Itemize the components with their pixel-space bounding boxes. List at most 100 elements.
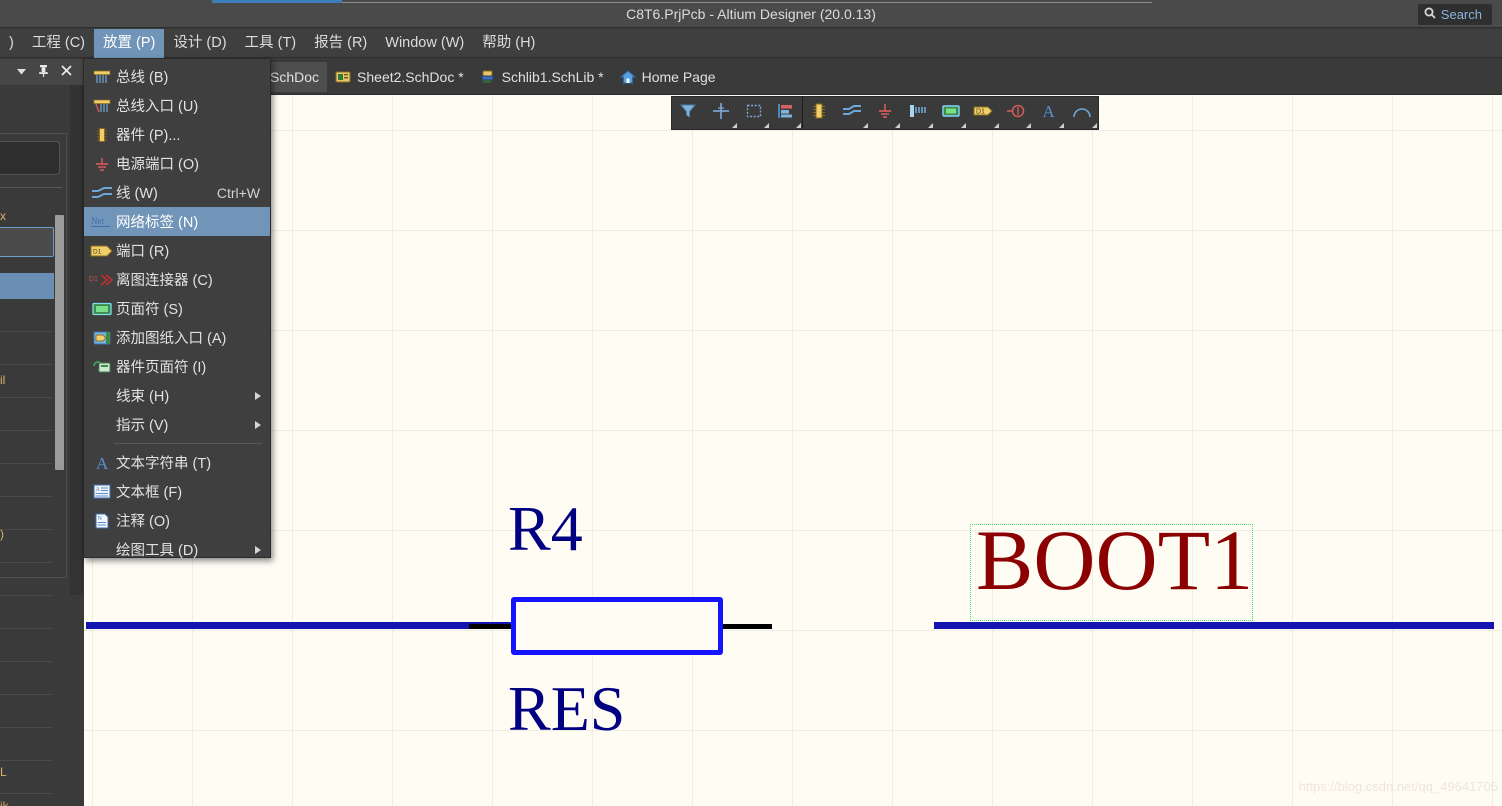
dropdown-caret[interactable] [796,123,802,128]
text-string-icon-button[interactable]: A [1032,97,1065,129]
chevron-down-icon[interactable] [17,66,26,78]
place-menu-item-off-sheet-connector[interactable]: D1 离图连接器 (C) [84,265,270,294]
menu-item-place[interactable]: 放置 (P) [94,28,165,58]
menu-item-project[interactable]: 工程 (C) [23,29,94,58]
sheet-symbol-icon-button[interactable] [934,97,967,129]
power-port-icon [876,102,894,125]
filter-icon-button[interactable] [672,97,705,129]
wire-icon-button[interactable] [836,97,869,129]
note-icon: N [88,510,116,532]
list-item[interactable] [0,761,52,794]
place-menu-item-device-sheet-symbol[interactable]: 器件页面符 (I) [84,352,270,381]
no-erc-icon-button[interactable] [1000,97,1033,129]
list-item[interactable] [0,398,52,431]
dropdown-caret[interactable] [1091,123,1097,128]
dropdown-caret[interactable] [731,123,737,128]
place-menu-item-bus[interactable]: 总线 (B) [84,62,270,91]
dropdown-caret[interactable] [1059,123,1065,128]
resistor-pin-right[interactable] [722,624,772,629]
list-item[interactable] [0,662,52,695]
place-menu-label: 电源端口 (O) [116,157,199,173]
component-icon-button[interactable] [803,97,836,129]
align-icon-button[interactable] [770,97,804,129]
panel-dropdown[interactable] [0,141,60,175]
list-item[interactable] [0,596,52,629]
component-designator[interactable]: R4 [508,497,583,561]
menu-item-help[interactable]: 帮助 (H) [473,29,544,58]
list-item[interactable] [0,464,52,497]
dropdown-caret[interactable] [895,123,901,128]
svg-text:Net: Net [91,216,104,226]
net-label-icon-button[interactable] [901,97,934,129]
power-port-icon-button[interactable] [869,97,902,129]
svg-text:D1: D1 [93,248,102,255]
svg-text:A: A [96,454,109,472]
svg-text:A: A [1042,102,1055,120]
tab-schlib1-schlib[interactable]: Schlib1.SchLib * [472,62,612,92]
list-item[interactable] [0,497,52,530]
list-item[interactable] [0,728,52,761]
select-area-icon-button[interactable] [738,97,771,129]
place-menu-item-bus-entry[interactable]: 总线入口 (U) [84,91,270,120]
menu-item-design[interactable]: 设计 (D) [164,29,235,58]
place-menu-item-note[interactable]: N 注释 (O) [84,506,270,535]
dropdown-caret[interactable] [764,123,770,128]
place-menu-item-harness[interactable]: 线束 (H) [84,381,270,410]
menu-item-window[interactable]: Window (W) [376,29,473,58]
place-menu-item-text-frame[interactable]: A 文本框 (F) [84,477,270,506]
crosshair-icon-button[interactable] [705,97,738,129]
place-menu-item-power-port[interactable]: 电源端口 (O) [84,149,270,178]
resistor-pin-left[interactable] [469,624,516,629]
search-button[interactable]: Search [1417,4,1492,25]
menu-item-0[interactable]: ) [0,29,23,58]
list-item[interactable] [0,332,52,365]
panel-focused-field[interactable] [0,227,54,257]
place-menu-item-sheet-symbol[interactable]: 页面符 (S) [84,294,270,323]
list-item[interactable] [0,563,52,596]
list-item[interactable] [0,629,52,662]
window-title: C8T6.PrjPcb - Altium Designer (20.0.13) [626,6,876,22]
list-item[interactable] [0,530,52,563]
panel-scrollbar-thumb[interactable] [55,215,64,470]
dropdown-caret[interactable] [928,123,934,128]
wire-icon [88,182,116,204]
place-menu-item-wire[interactable]: 线 (W) Ctrl+W [84,178,270,207]
place-menu-item-port[interactable]: D1 端口 (R) [84,236,270,265]
place-menu-item-drawing-tools[interactable]: 绘图工具 (D) [84,535,270,564]
tab-home-page[interactable]: Home Page [612,62,724,92]
place-menu-item-add-sheet-entry[interactable]: 添加图纸入口 (A) [84,323,270,352]
text-string-icon: A [88,452,116,474]
panel-selected-row[interactable] [0,273,54,299]
schematic-canvas[interactable]: R4 RES BOOT1 https://blog.csdn.net/qq_49… [84,95,1502,806]
schlib-icon [480,69,496,85]
tab-sheet1-schdoc[interactable]: SchDoc [262,61,328,92]
text-frame-icon: A [88,481,116,503]
menu-item-reports[interactable]: 报告 (R) [305,29,376,58]
place-menu-item-part[interactable]: 器件 (P)... [84,120,270,149]
list-item[interactable] [0,695,52,728]
list-item[interactable] [0,299,52,332]
place-menu-item-net-label[interactable]: Net 网络标签 (N) [84,207,270,236]
close-icon[interactable] [61,65,72,79]
place-menu-item-text-string[interactable]: A 文本字符串 (T) [84,448,270,477]
pin-icon[interactable] [38,64,49,80]
place-menu-item-directives[interactable]: 指示 (V) [84,410,270,439]
port-icon: D1 [972,102,994,125]
dropdown-caret[interactable] [960,123,966,128]
port-icon-button[interactable]: D1 [967,97,1000,129]
wire-segment-left[interactable] [86,622,514,629]
dropdown-caret[interactable] [1026,123,1032,128]
component-comment[interactable]: RES [508,677,625,741]
menu-item-tools[interactable]: 工具 (T) [236,29,306,58]
dropdown-caret[interactable] [993,123,999,128]
resistor-body[interactable] [511,597,723,655]
arc-icon-button[interactable] [1065,97,1098,129]
svg-text:A: A [96,487,101,493]
dropdown-caret[interactable] [862,123,868,128]
list-item[interactable] [0,431,52,464]
tab-sheet2-schdoc[interactable]: Sheet2.SchDoc * [327,62,472,92]
wire-segment-right[interactable] [934,622,1494,629]
list-item[interactable] [0,365,52,398]
net-label[interactable]: BOOT1 [976,517,1253,603]
place-menu-label: 器件页面符 (I) [116,360,207,376]
